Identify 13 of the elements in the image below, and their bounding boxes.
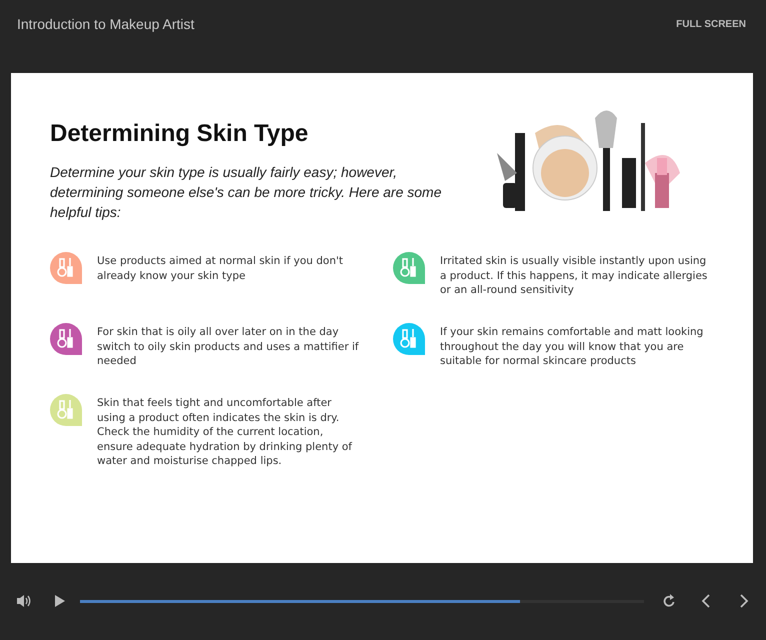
tip-text: Irritated skin is usually visible instantly upon using a product. If this happens, it may indicate allergies or an all-round sensitivity <box>440 254 708 298</box>
tip-text: Use products aimed at normal skin if you don't already know your skin type <box>97 254 344 283</box>
progress-bar[interactable] <box>80 600 644 602</box>
tip-text: If your skin remains comfortable and matt looking throughout the day you will know that you are suitable for normal skincare products <box>440 325 704 368</box>
intro-text: Determine your skin type is usually fairly easy; however, determining someone else's can be more tricky. Here are some helpful tips: <box>50 163 442 222</box>
play-button[interactable] <box>54 595 66 607</box>
slide-title: Determining Skin Type <box>50 120 310 148</box>
replay-button[interactable] <box>662 594 676 608</box>
course-title: Introduction to Makeup Artist <box>17 16 194 32</box>
tip-text: Skin that feels tight and uncomfortable after using a product often indicates the skin is dry. Check the humidity of the current location, ensure adequate hydration by drinking plenty of water and moisturise chapped lips. <box>97 396 354 468</box>
full-screen-link[interactable]: FULL SCREEN <box>676 18 746 30</box>
tip-text: For skin that is oily all over later on in the day switch to oily skin products and uses a mattifier if needed <box>97 325 359 368</box>
volume-button[interactable] <box>16 594 32 608</box>
